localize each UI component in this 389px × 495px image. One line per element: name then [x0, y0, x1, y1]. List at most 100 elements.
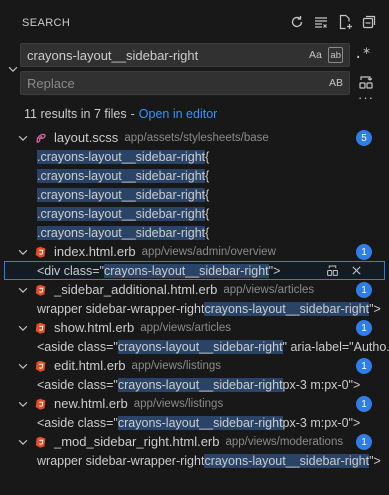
- panel-title: SEARCH: [22, 17, 71, 29]
- match-prefix: <aside class=": [37, 415, 118, 430]
- erb-file-icon: [34, 359, 48, 373]
- match-suffix: {: [205, 168, 210, 183]
- preserve-case-toggle[interactable]: AB: [329, 75, 343, 91]
- results-tree: layout.scss app/assets/stylesheets/base 5.…: [0, 128, 389, 470]
- file-row[interactable]: edit.html.erb app/views/listings 1: [0, 356, 389, 375]
- match-suffix: ">: [369, 453, 381, 468]
- file-name: edit.html.erb: [54, 358, 126, 373]
- match-prefix: <aside class=": [37, 339, 118, 354]
- match-count-badge: 1: [356, 396, 372, 412]
- match-count-badge: 1: [356, 434, 372, 450]
- match-highlight: .crayons-layout__sidebar-right: [37, 187, 206, 202]
- file-name: show.html.erb: [54, 320, 135, 335]
- match-highlight: .crayons-layout__sidebar-right: [37, 206, 206, 221]
- match-prefix: <div class=": [37, 263, 104, 278]
- replace-match-icon[interactable]: [325, 263, 339, 277]
- file-name: layout.scss: [54, 130, 119, 145]
- match-highlight: crayons-layout__sidebar-right: [204, 301, 370, 316]
- match-highlight: crayons-layout__sidebar-right: [117, 377, 283, 392]
- match-line[interactable]: .crayons-layout__sidebar-right {: [0, 166, 389, 185]
- match-prefix: <aside class=": [37, 377, 118, 392]
- erb-file-icon: [34, 435, 48, 449]
- open-in-editor-link[interactable]: Open in editor: [139, 107, 218, 121]
- chevron-down-icon[interactable]: [16, 397, 30, 411]
- match-prefix: wrapper sidebar-wrapper-right: [37, 301, 205, 316]
- match-highlight: .crayons-layout__sidebar-right: [37, 168, 206, 183]
- match-line[interactable]: wrapper sidebar-wrapper-right crayons-la…: [0, 299, 389, 318]
- collapse-all-icon[interactable]: [361, 14, 377, 30]
- search-toolbar: [289, 14, 377, 30]
- chevron-down-icon[interactable]: [16, 321, 30, 335]
- match-suffix: " aria-label="Autho...: [282, 339, 389, 354]
- file-row[interactable]: index.html.erb app/views/admin/overview 1: [0, 242, 389, 261]
- match-highlight: .crayons-layout__sidebar-right: [37, 225, 206, 240]
- match-suffix: {: [205, 225, 210, 240]
- file-name: _mod_sidebar_right.html.erb: [54, 434, 220, 449]
- refresh-icon[interactable]: [289, 14, 305, 30]
- dismiss-match-icon[interactable]: [349, 263, 363, 277]
- file-name: _sidebar_additional.html.erb: [54, 282, 218, 297]
- match-line[interactable]: <aside class=" crayons-layout__sidebar-ri…: [0, 375, 389, 394]
- clear-results-icon[interactable]: [313, 14, 329, 30]
- use-regex-toggle[interactable]: .*: [354, 46, 371, 64]
- match-actions: [325, 263, 363, 277]
- match-suffix: ">: [268, 263, 281, 278]
- match-highlight: crayons-layout__sidebar-right: [117, 339, 283, 354]
- erb-file-icon: [34, 397, 48, 411]
- match-suffix: {: [205, 149, 210, 164]
- replace-input[interactable]: [27, 75, 329, 91]
- match-highlight: crayons-layout__sidebar-right: [117, 415, 283, 430]
- match-line[interactable]: wrapper sidebar-wrapper-right crayons-la…: [0, 451, 389, 470]
- chevron-down-icon[interactable]: [16, 131, 30, 145]
- match-count-badge: 5: [356, 130, 372, 146]
- file-path: app/views/moderations: [225, 435, 344, 448]
- file-row[interactable]: layout.scss app/assets/stylesheets/base 5: [0, 128, 389, 147]
- file-name: index.html.erb: [54, 244, 136, 259]
- match-suffix: px-3 m:px-0">: [282, 415, 361, 430]
- file-row[interactable]: new.html.erb app/views/listings 1: [0, 394, 389, 413]
- erb-file-icon: [34, 283, 48, 297]
- match-count-badge: 1: [356, 358, 372, 374]
- erb-file-icon: [34, 321, 48, 335]
- file-path: app/views/listings: [133, 397, 224, 410]
- results-count: 11 results in 7 files: [24, 107, 127, 121]
- file-row[interactable]: _mod_sidebar_right.html.erb app/views/mod…: [0, 432, 389, 451]
- match-case-toggle[interactable]: Aa: [308, 47, 322, 63]
- match-line[interactable]: .crayons-layout__sidebar-right {: [0, 147, 389, 166]
- file-row[interactable]: show.html.erb app/views/articles 1: [0, 318, 389, 337]
- match-line[interactable]: <aside class=" crayons-layout__sidebar-ri…: [0, 337, 389, 356]
- sass-file-icon: [34, 131, 48, 145]
- match-highlight: .crayons-layout__sidebar-right: [37, 149, 206, 164]
- match-suffix: {: [205, 187, 210, 202]
- replace-field: AB: [20, 71, 350, 95]
- match-whole-word-toggle[interactable]: ab: [328, 47, 343, 63]
- file-path: app/views/articles: [140, 321, 231, 334]
- match-line[interactable]: .crayons-layout__sidebar-right {: [0, 185, 389, 204]
- match-line[interactable]: <aside class=" crayons-layout__sidebar-ri…: [0, 413, 389, 432]
- match-line[interactable]: .crayons-layout__sidebar-right {: [0, 204, 389, 223]
- match-suffix: px-3 m:px-0">: [282, 377, 361, 392]
- match-suffix: ">: [369, 301, 381, 316]
- search-input[interactable]: [27, 47, 309, 63]
- chevron-down-icon[interactable]: [16, 283, 30, 297]
- toggle-replace-chevron-icon[interactable]: [6, 62, 20, 76]
- file-row[interactable]: _sidebar_additional.html.erb app/views/ar…: [0, 280, 389, 299]
- match-count-badge: 1: [356, 244, 372, 260]
- file-path: app/views/admin/overview: [141, 245, 276, 258]
- new-search-editor-icon[interactable]: [337, 14, 353, 30]
- match-prefix: wrapper sidebar-wrapper-right: [37, 453, 205, 468]
- search-field: Aa ab: [20, 43, 350, 67]
- file-path: app/views/listings: [131, 359, 222, 372]
- match-highlight: crayons-layout__sidebar-right: [204, 453, 370, 468]
- match-suffix: {: [205, 206, 210, 221]
- match-count-badge: 1: [356, 320, 372, 336]
- chevron-down-icon[interactable]: [16, 435, 30, 449]
- match-line[interactable]: <div class=" crayons-layout__sidebar-righ…: [4, 261, 385, 280]
- match-line[interactable]: .crayons-layout__sidebar-right {: [0, 223, 389, 242]
- file-name: new.html.erb: [54, 396, 128, 411]
- chevron-down-icon[interactable]: [16, 359, 30, 373]
- match-count-badge: 1: [356, 282, 372, 298]
- replace-all-icon[interactable]: [358, 74, 374, 90]
- more-actions-icon[interactable]: ···: [358, 90, 374, 105]
- chevron-down-icon[interactable]: [16, 245, 30, 259]
